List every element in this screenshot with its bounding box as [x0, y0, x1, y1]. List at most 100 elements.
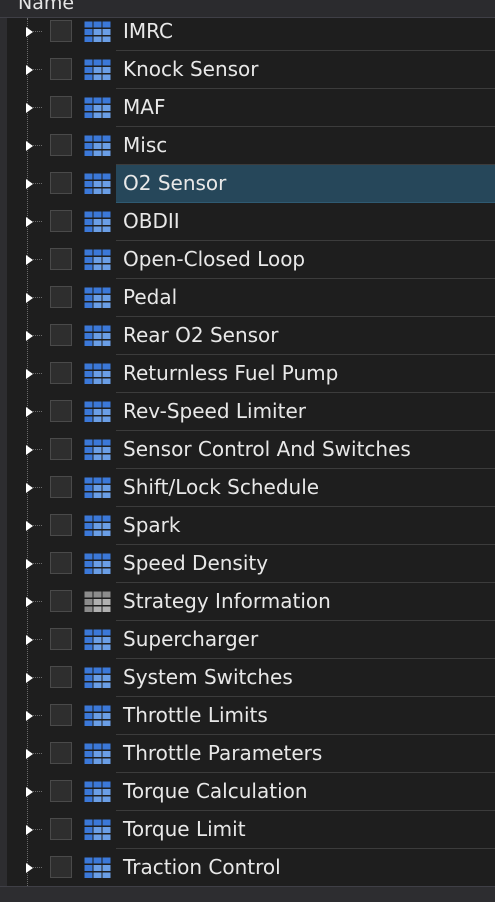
tree-row[interactable]: Torque Limit [7, 811, 495, 849]
expand-arrow-icon[interactable] [23, 63, 35, 77]
row-checkbox[interactable] [50, 58, 72, 80]
tree-item-label: Open-Closed Loop [123, 247, 306, 271]
expand-arrow-icon[interactable] [23, 595, 35, 609]
table-icon [84, 819, 111, 841]
table-icon [84, 363, 111, 385]
expand-arrow-icon[interactable] [23, 367, 35, 381]
row-name-cell[interactable] [116, 89, 495, 127]
expand-arrow-icon[interactable] [23, 709, 35, 723]
expand-arrow-icon[interactable] [23, 557, 35, 571]
tree-row[interactable]: Supercharger [7, 621, 495, 659]
expand-arrow-icon[interactable] [23, 519, 35, 533]
expand-arrow-icon[interactable] [23, 671, 35, 685]
expand-arrow-icon[interactable] [23, 785, 35, 799]
tree-row[interactable]: O2 Sensor [7, 165, 495, 203]
expand-arrow-icon[interactable] [23, 25, 35, 39]
tree-row[interactable]: Knock Sensor [7, 51, 495, 89]
row-checkbox[interactable] [50, 628, 72, 650]
row-checkbox[interactable] [50, 438, 72, 460]
tree-row[interactable]: Torque Calculation [7, 773, 495, 811]
tree-row[interactable]: Throttle Limits [7, 697, 495, 735]
row-checkbox[interactable] [50, 172, 72, 194]
tree-item-label: System Switches [123, 665, 293, 689]
tree-row[interactable]: Speed Density [7, 545, 495, 583]
row-checkbox[interactable] [50, 476, 72, 498]
tree-item-label: O2 Sensor [123, 171, 227, 195]
tree-item-label: Throttle Limits [123, 703, 268, 727]
column-header-name: Name [18, 0, 75, 14]
expand-arrow-icon[interactable] [23, 139, 35, 153]
row-checkbox[interactable] [50, 210, 72, 232]
tree-row[interactable]: Returnless Fuel Pump [7, 355, 495, 393]
tree-rows: IMRC Knock Sensor MAF Misc O2 Sensor OBDII Ope… [7, 18, 495, 886]
column-header[interactable]: Name [0, 0, 495, 18]
tree-row[interactable]: Sensor Control And Switches [7, 431, 495, 469]
tree-row[interactable]: Spark [7, 507, 495, 545]
table-icon [84, 211, 111, 233]
tree-item-label: Misc [123, 133, 168, 157]
table-icon [84, 325, 111, 347]
tree-row[interactable]: Throttle Parameters [7, 735, 495, 773]
tree-row[interactable]: Rev-Speed Limiter [7, 393, 495, 431]
expand-arrow-icon[interactable] [23, 861, 35, 875]
expand-arrow-icon[interactable] [23, 215, 35, 229]
tree-row[interactable]: Strategy Information [7, 583, 495, 621]
expand-arrow-icon[interactable] [23, 253, 35, 267]
tree-row[interactable]: Pedal [7, 279, 495, 317]
gray-table-icon [84, 591, 111, 613]
tree-row[interactable]: System Switches [7, 659, 495, 697]
table-icon [84, 135, 111, 157]
tree-row[interactable]: Open-Closed Loop [7, 241, 495, 279]
expand-arrow-icon[interactable] [23, 177, 35, 191]
row-checkbox[interactable] [50, 590, 72, 612]
tree-row[interactable]: MAF [7, 89, 495, 127]
row-checkbox[interactable] [50, 780, 72, 802]
expand-arrow-icon[interactable] [23, 747, 35, 761]
expand-arrow-icon[interactable] [23, 443, 35, 457]
tree-item-label: Torque Limit [123, 817, 246, 841]
tree-row[interactable]: Traction Control [7, 849, 495, 886]
expand-arrow-icon[interactable] [23, 405, 35, 419]
tree-item-label: Strategy Information [123, 589, 331, 613]
row-checkbox[interactable] [50, 20, 72, 42]
row-checkbox[interactable] [50, 552, 72, 574]
expand-arrow-icon[interactable] [23, 291, 35, 305]
expand-arrow-icon[interactable] [23, 329, 35, 343]
expand-arrow-icon[interactable] [23, 101, 35, 115]
expand-arrow-icon[interactable] [23, 481, 35, 495]
tree-row[interactable]: Rear O2 Sensor [7, 317, 495, 355]
row-checkbox[interactable] [50, 742, 72, 764]
tree-item-label: IMRC [123, 19, 174, 43]
tree-item-label: Shift/Lock Schedule [123, 475, 320, 499]
row-checkbox[interactable] [50, 286, 72, 308]
category-tree[interactable]: IMRC Knock Sensor MAF Misc O2 Sensor OBDII Ope… [7, 18, 495, 886]
table-icon [84, 629, 111, 651]
tree-row[interactable]: Shift/Lock Schedule [7, 469, 495, 507]
row-checkbox[interactable] [50, 324, 72, 346]
table-icon [84, 667, 111, 689]
row-checkbox[interactable] [50, 704, 72, 726]
table-icon [84, 21, 111, 43]
tree-row[interactable]: IMRC [7, 18, 495, 51]
row-checkbox[interactable] [50, 248, 72, 270]
row-checkbox[interactable] [50, 818, 72, 840]
tree-row[interactable]: Misc [7, 127, 495, 165]
table-icon [84, 97, 111, 119]
table-icon [84, 173, 111, 195]
row-name-cell[interactable] [116, 127, 495, 165]
tree-item-label: Throttle Parameters [123, 741, 323, 765]
table-icon [84, 439, 111, 461]
row-checkbox[interactable] [50, 856, 72, 878]
expand-arrow-icon[interactable] [23, 823, 35, 837]
tree-row[interactable]: OBDII [7, 203, 495, 241]
tree-item-label: MAF [123, 95, 166, 119]
row-checkbox[interactable] [50, 514, 72, 536]
row-checkbox[interactable] [50, 400, 72, 422]
tree-item-label: Spark [123, 513, 181, 537]
tree-item-label: Torque Calculation [123, 779, 308, 803]
row-checkbox[interactable] [50, 134, 72, 156]
row-checkbox[interactable] [50, 96, 72, 118]
row-checkbox[interactable] [50, 362, 72, 384]
row-checkbox[interactable] [50, 666, 72, 688]
expand-arrow-icon[interactable] [23, 633, 35, 647]
